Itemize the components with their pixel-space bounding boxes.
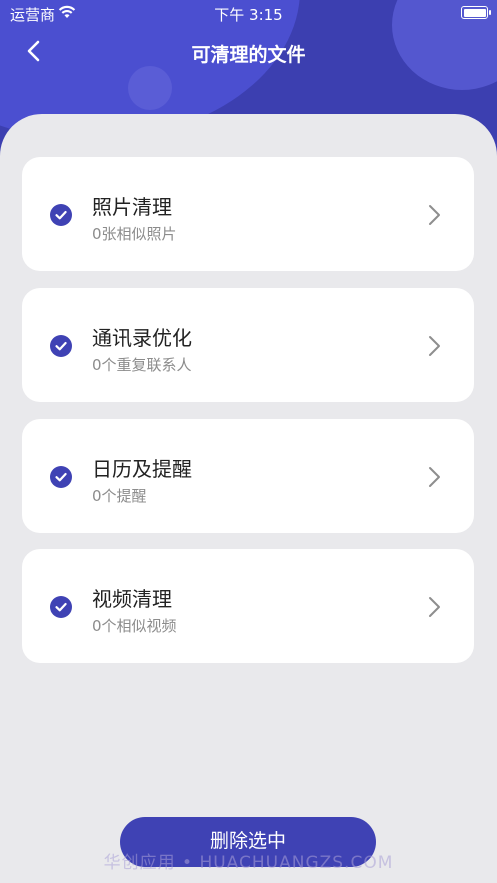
item-title: 视频清理 [92, 587, 172, 611]
list-item-contacts-optimize[interactable]: 通讯录优化 0个重复联系人 [22, 288, 474, 402]
item-subtitle: 0个相似视频 [92, 617, 177, 635]
check-icon[interactable] [50, 204, 72, 226]
item-title: 日历及提醒 [92, 457, 192, 481]
chevron-right-icon [429, 597, 440, 617]
chevron-right-icon [429, 205, 440, 225]
watermark: 华创应用 • HUACHUANGZS.COM [103, 853, 394, 873]
item-subtitle: 0个重复联系人 [92, 356, 192, 374]
list-item-video-cleanup[interactable]: 视频清理 0个相似视频 [22, 549, 474, 663]
status-bar: 运营商 下午 3:15 [0, 0, 497, 26]
check-icon[interactable] [50, 466, 72, 488]
item-title: 照片清理 [92, 195, 172, 219]
page-title: 可清理的文件 [191, 44, 306, 66]
chevron-right-icon [429, 336, 440, 356]
item-subtitle: 0张相似照片 [92, 225, 177, 243]
battery-icon [461, 6, 491, 19]
status-time: 下午 3:15 [214, 6, 283, 24]
item-title: 通讯录优化 [92, 326, 192, 350]
list-item-photo-cleanup[interactable]: 照片清理 0张相似照片 [22, 157, 474, 271]
check-icon[interactable] [50, 335, 72, 357]
navigation-bar: 可清理的文件 [0, 30, 497, 74]
chevron-right-icon [429, 467, 440, 487]
list-item-calendar-reminders[interactable]: 日历及提醒 0个提醒 [22, 419, 474, 533]
check-icon[interactable] [50, 596, 72, 618]
item-subtitle: 0个提醒 [92, 487, 147, 505]
